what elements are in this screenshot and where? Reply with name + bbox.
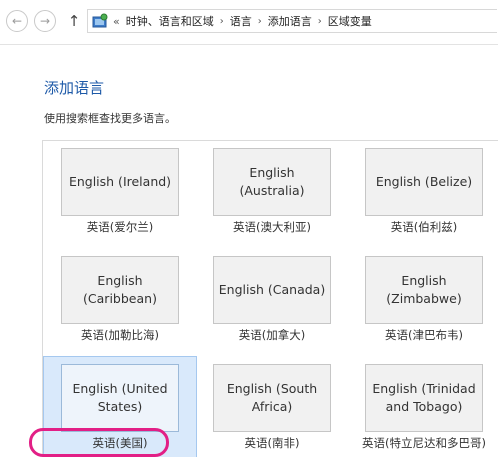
language-tile[interactable]: English (South Africa): [213, 364, 331, 432]
breadcrumb-item-language[interactable]: 语言: [230, 13, 252, 29]
language-caption: 英语(澳大利亚): [233, 220, 311, 234]
language-caption: 英语(伯利兹): [390, 220, 458, 234]
page-title: 添加语言: [44, 79, 105, 97]
language-item-english-caribbean[interactable]: English (Caribbean) 英语(加勒比海): [44, 249, 196, 357]
forward-arrow-icon: →: [39, 14, 51, 28]
language-tile[interactable]: English (Belize): [365, 148, 483, 216]
language-caption: 英语(特立尼达和多巴哥): [362, 436, 486, 450]
breadcrumb: « 时钟、语言和区域 › 语言 › 添加语言 › 区域变量: [87, 9, 497, 33]
language-caption: 英语(加拿大): [238, 328, 306, 342]
language-caption: 英语(美国): [92, 436, 148, 450]
language-item-english-south-africa[interactable]: English (South Africa) 英语(南非): [196, 357, 348, 457]
breadcrumb-separator[interactable]: ›: [220, 16, 224, 27]
forward-button[interactable]: →: [34, 10, 56, 32]
back-button[interactable]: ←: [6, 10, 28, 32]
breadcrumb-item-clock-language-region[interactable]: 时钟、语言和区域: [126, 13, 214, 29]
language-item-english-australia[interactable]: English (Australia) 英语(澳大利亚): [196, 141, 348, 249]
language-item-english-zimbabwe[interactable]: English (Zimbabwe) 英语(津巴布韦): [348, 249, 498, 357]
language-tile[interactable]: English (Zimbabwe): [365, 256, 483, 324]
breadcrumb-item-regional-variants[interactable]: 区域变量: [328, 13, 372, 29]
up-arrow-icon: ↑: [67, 12, 81, 30]
control-panel-icon[interactable]: [91, 13, 109, 29]
language-caption: 英语(爱尔兰): [86, 220, 154, 234]
search-hint: 使用搜索框查找更多语言。: [44, 112, 176, 125]
breadcrumb-separator[interactable]: ›: [258, 16, 262, 27]
address-bar: ← → ↑ « 时钟、语言和区域 › 语言 › 添加语言 › 区域变量: [0, 0, 498, 45]
breadcrumb-item-add-language[interactable]: 添加语言: [268, 13, 312, 29]
language-caption: 英语(加勒比海): [81, 328, 159, 342]
language-caption: 英语(南非): [244, 436, 300, 450]
language-tile[interactable]: English (Caribbean): [61, 256, 179, 324]
language-caption: 英语(津巴布韦): [385, 328, 463, 342]
breadcrumb-overflow[interactable]: «: [113, 15, 120, 28]
up-button[interactable]: ↑: [66, 12, 82, 30]
language-item-english-belize[interactable]: English (Belize) 英语(伯利兹): [348, 141, 498, 249]
language-tile[interactable]: English (Ireland): [61, 148, 179, 216]
language-tile[interactable]: English (Trinidad and Tobago): [365, 364, 483, 432]
language-item-english-canada[interactable]: English (Canada) 英语(加拿大): [196, 249, 348, 357]
language-grid: English (Ireland) 英语(爱尔兰) English (Austr…: [42, 140, 498, 457]
language-item-english-ireland[interactable]: English (Ireland) 英语(爱尔兰): [44, 141, 196, 249]
language-item-english-united-states[interactable]: English (United States) 英语(美国): [43, 356, 197, 457]
language-tile[interactable]: English (Canada): [213, 256, 331, 324]
back-arrow-icon: ←: [11, 14, 23, 28]
language-item-english-trinidad-tobago[interactable]: English (Trinidad and Tobago) 英语(特立尼达和多巴…: [348, 357, 498, 457]
language-tile[interactable]: English (United States): [61, 364, 179, 432]
breadcrumb-separator[interactable]: ›: [318, 16, 322, 27]
language-tile[interactable]: English (Australia): [213, 148, 331, 216]
